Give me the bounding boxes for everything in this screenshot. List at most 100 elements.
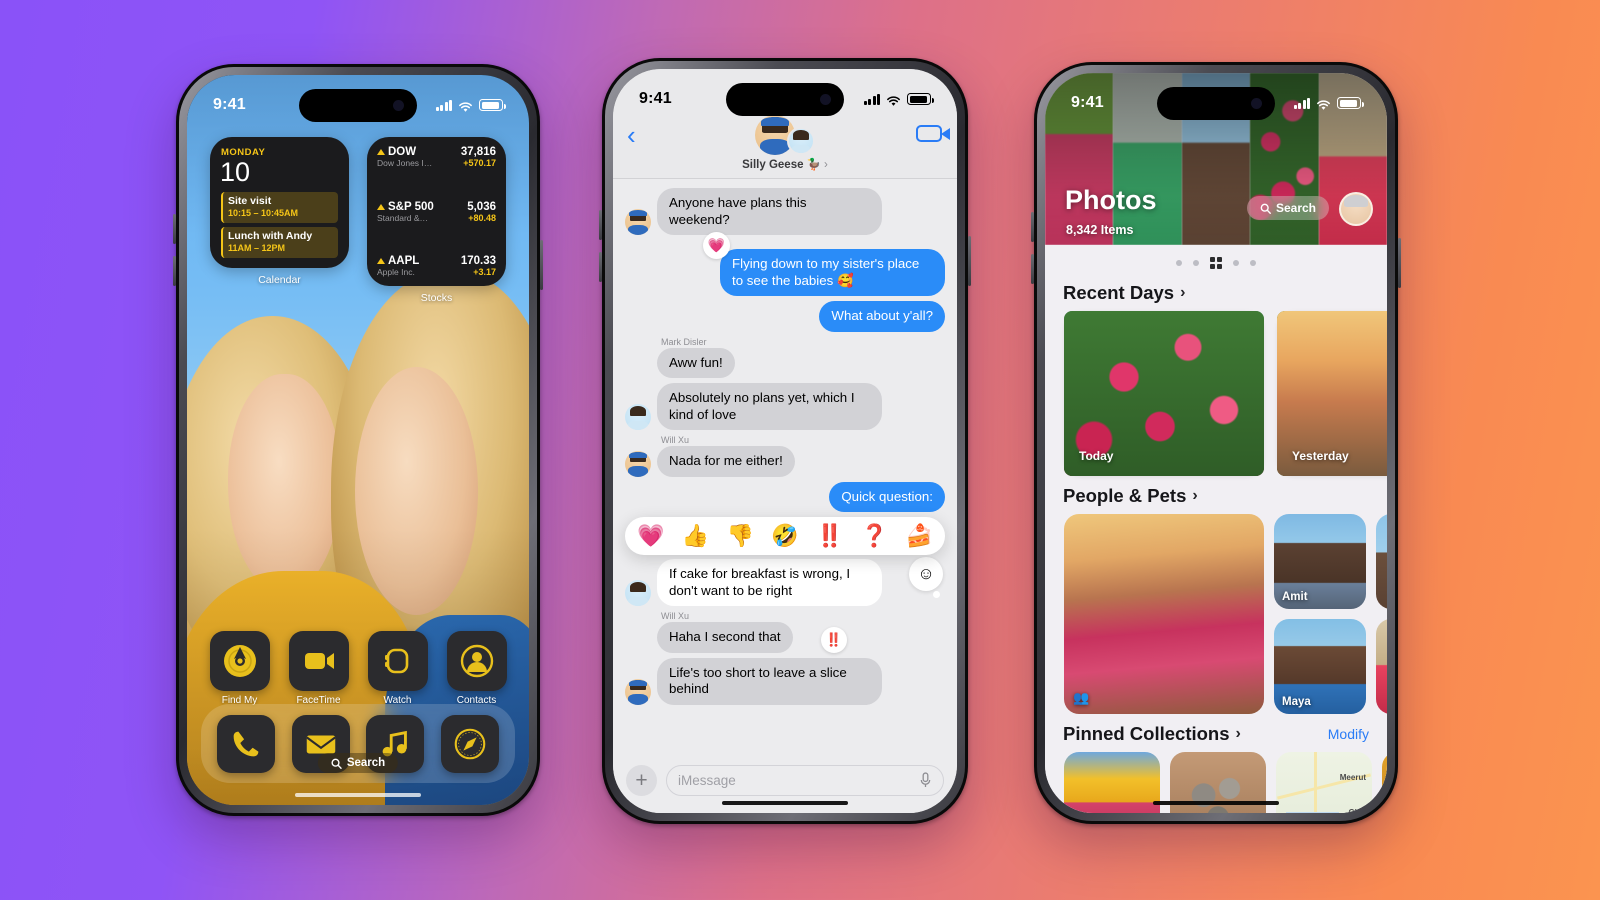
volume-down-button[interactable] — [173, 256, 176, 286]
photos-content[interactable]: Recent Days › Today Yesterday People & P… — [1045, 245, 1387, 813]
message-bubble[interactable]: Aww fun! — [657, 347, 735, 378]
volume-down-button[interactable] — [599, 252, 602, 282]
collection-tile[interactable] — [1064, 752, 1160, 813]
stock-row[interactable]: DOW 37,816 Dow Jones I… +570.17 — [377, 146, 496, 168]
group-avatars[interactable] — [627, 115, 943, 155]
volume-up-button[interactable] — [599, 210, 602, 240]
cellular-bars-icon — [435, 99, 452, 111]
group-name[interactable]: Silly Geese 🦆 › — [627, 157, 943, 171]
message-row[interactable]: Absolutely no plans yet, which I kind of… — [625, 383, 945, 430]
message-row[interactable]: Haha I second that ‼️ — [625, 622, 945, 653]
calendar-event[interactable]: Lunch with Andy 11AM – 12PM — [221, 227, 338, 258]
power-button[interactable] — [1398, 238, 1401, 288]
people-pets-scroller[interactable]: 👥 Amit Maya — [1045, 514, 1387, 714]
collection-tile-map[interactable]: Meerut Ghaz Delhi — [1276, 752, 1372, 813]
message-bubble[interactable]: Flying down to my sister's place to see … — [720, 249, 945, 296]
calendar-event[interactable]: Site visit 10:15 – 10:45AM — [221, 192, 338, 223]
tapback-heart[interactable]: 💗 — [703, 232, 730, 259]
page-dot[interactable] — [1250, 260, 1256, 266]
section-header-pinned-collections[interactable]: Pinned Collections › Modify — [1045, 714, 1387, 752]
modify-button[interactable]: Modify — [1328, 726, 1369, 742]
app-findmy[interactable]: Find My — [209, 631, 270, 706]
tapback-option-thumbsup[interactable]: 👍 — [682, 524, 709, 548]
imessage-input[interactable]: iMessage — [666, 765, 944, 796]
grid-icon[interactable] — [1210, 257, 1222, 269]
tapback-option-question[interactable]: ❓ — [861, 524, 888, 548]
event-title: Lunch with Andy — [228, 230, 313, 242]
tapback-picker[interactable]: 💗 👍 👎 🤣 ‼️ ❓ 🍰 — [625, 517, 945, 555]
section-title: Recent Days — [1063, 282, 1175, 303]
page-dot[interactable] — [1193, 260, 1199, 266]
home-indicator[interactable] — [722, 800, 848, 805]
home-indicator[interactable] — [295, 792, 421, 797]
message-bubble[interactable]: Haha I second that — [657, 622, 793, 653]
volume-down-button[interactable] — [1031, 254, 1034, 284]
status-time: 9:41 — [1071, 94, 1104, 111]
search-button[interactable]: Search — [1246, 196, 1329, 220]
home-indicator[interactable] — [1153, 800, 1279, 805]
map-label: Meerut — [1339, 773, 1366, 783]
video-camera-icon[interactable] — [916, 125, 950, 142]
microphone-icon[interactable] — [919, 772, 932, 789]
person-name: Amit — [1282, 591, 1308, 603]
plus-icon[interactable]: + — [626, 765, 657, 796]
person-tile[interactable] — [1376, 619, 1387, 714]
message-row[interactable]: If cake for breakfast is wrong, I don't … — [625, 557, 945, 606]
message-bubble[interactable]: If cake for breakfast is wrong, I don't … — [657, 559, 882, 606]
stocks-widget[interactable]: DOW 37,816 Dow Jones I… +570.17 S&P 500 … — [367, 137, 506, 304]
back-button[interactable]: ‹ — [627, 122, 636, 148]
message-bubble[interactable]: Nada for me either! — [657, 446, 795, 477]
tapback-option-heart[interactable]: 💗 — [637, 524, 664, 548]
person-tile[interactable]: Maya — [1274, 619, 1366, 714]
message-row[interactable]: Aww fun! — [625, 347, 945, 378]
safari-icon[interactable] — [440, 714, 499, 773]
message-bubble[interactable]: Life's too short to leave a slice behind — [657, 657, 882, 705]
tapback-option-haha[interactable]: 🤣 — [771, 524, 798, 548]
app-contacts[interactable]: Contacts — [446, 631, 507, 706]
app-facetime[interactable]: FaceTime — [288, 631, 349, 706]
tapback-exclamation[interactable]: ‼️ — [820, 626, 847, 653]
recent-day-card[interactable]: Today — [1064, 311, 1264, 476]
message-row[interactable]: Life's too short to leave a slice behind — [625, 657, 945, 705]
people-group-photo[interactable]: 👥 — [1064, 514, 1264, 714]
volume-up-button[interactable] — [1031, 212, 1034, 242]
message-row[interactable]: Anyone have plans this weekend? — [625, 188, 945, 235]
stock-row[interactable]: AAPL 170.33 Apple Inc. +3.17 — [377, 255, 496, 277]
profile-avatar[interactable] — [1339, 192, 1373, 226]
contacts-icon — [446, 631, 507, 691]
recent-days-scroller[interactable]: Today Yesterday — [1045, 311, 1387, 476]
calendar-widget[interactable]: MONDAY 10 Site visit 10:15 – 10:45AM Lun… — [210, 137, 349, 286]
photos-screen: 9:41 Photos 8,342 Items Search Recent Da… — [1045, 73, 1387, 813]
phone-icon[interactable] — [217, 714, 276, 773]
tapback-option-cake[interactable]: 🍰 — [906, 524, 933, 548]
message-row[interactable]: Nada for me either! — [625, 446, 945, 477]
message-thread[interactable]: Anyone have plans this weekend? 💗 Flying… — [613, 179, 957, 757]
power-button[interactable] — [968, 236, 971, 286]
search-button[interactable]: Search — [317, 753, 399, 773]
message-row[interactable]: 💗 Flying down to my sister's place to se… — [625, 232, 945, 296]
message-bubble[interactable]: Quick question: — [829, 481, 945, 512]
message-row[interactable]: What about y'all? — [625, 301, 945, 332]
status-time: 9:41 — [639, 90, 672, 107]
power-button[interactable] — [540, 240, 543, 290]
message-bubble[interactable]: Absolutely no plans yet, which I kind of… — [657, 383, 882, 430]
page-indicator[interactable] — [1045, 245, 1387, 273]
volume-up-button[interactable] — [173, 214, 176, 244]
page-dot[interactable] — [1176, 260, 1182, 266]
add-reaction-icon[interactable]: ☺ — [909, 557, 943, 598]
app-watch[interactable]: Watch — [367, 631, 428, 706]
page-dot[interactable] — [1233, 260, 1239, 266]
message-bubble[interactable]: What about y'all? — [819, 301, 945, 332]
section-header-people-pets[interactable]: People & Pets › — [1045, 476, 1387, 514]
app-row: Find My FaceTime Watch Contacts — [187, 631, 529, 706]
recent-day-card[interactable]: Yesterday — [1277, 311, 1387, 476]
person-tile[interactable]: Amit — [1274, 514, 1366, 609]
person-tile[interactable] — [1376, 514, 1387, 609]
collection-tile[interactable] — [1382, 752, 1387, 813]
message-bubble[interactable]: Anyone have plans this weekend? — [657, 188, 882, 235]
section-header-recent-days[interactable]: Recent Days › — [1045, 273, 1387, 311]
tapback-option-exclamation[interactable]: ‼️ — [816, 524, 843, 548]
stock-row[interactable]: S&P 500 5,036 Standard &… +80.48 — [377, 201, 496, 223]
message-row[interactable]: Quick question: — [625, 481, 945, 512]
tapback-option-thumbsdown[interactable]: 👎 — [727, 524, 754, 548]
